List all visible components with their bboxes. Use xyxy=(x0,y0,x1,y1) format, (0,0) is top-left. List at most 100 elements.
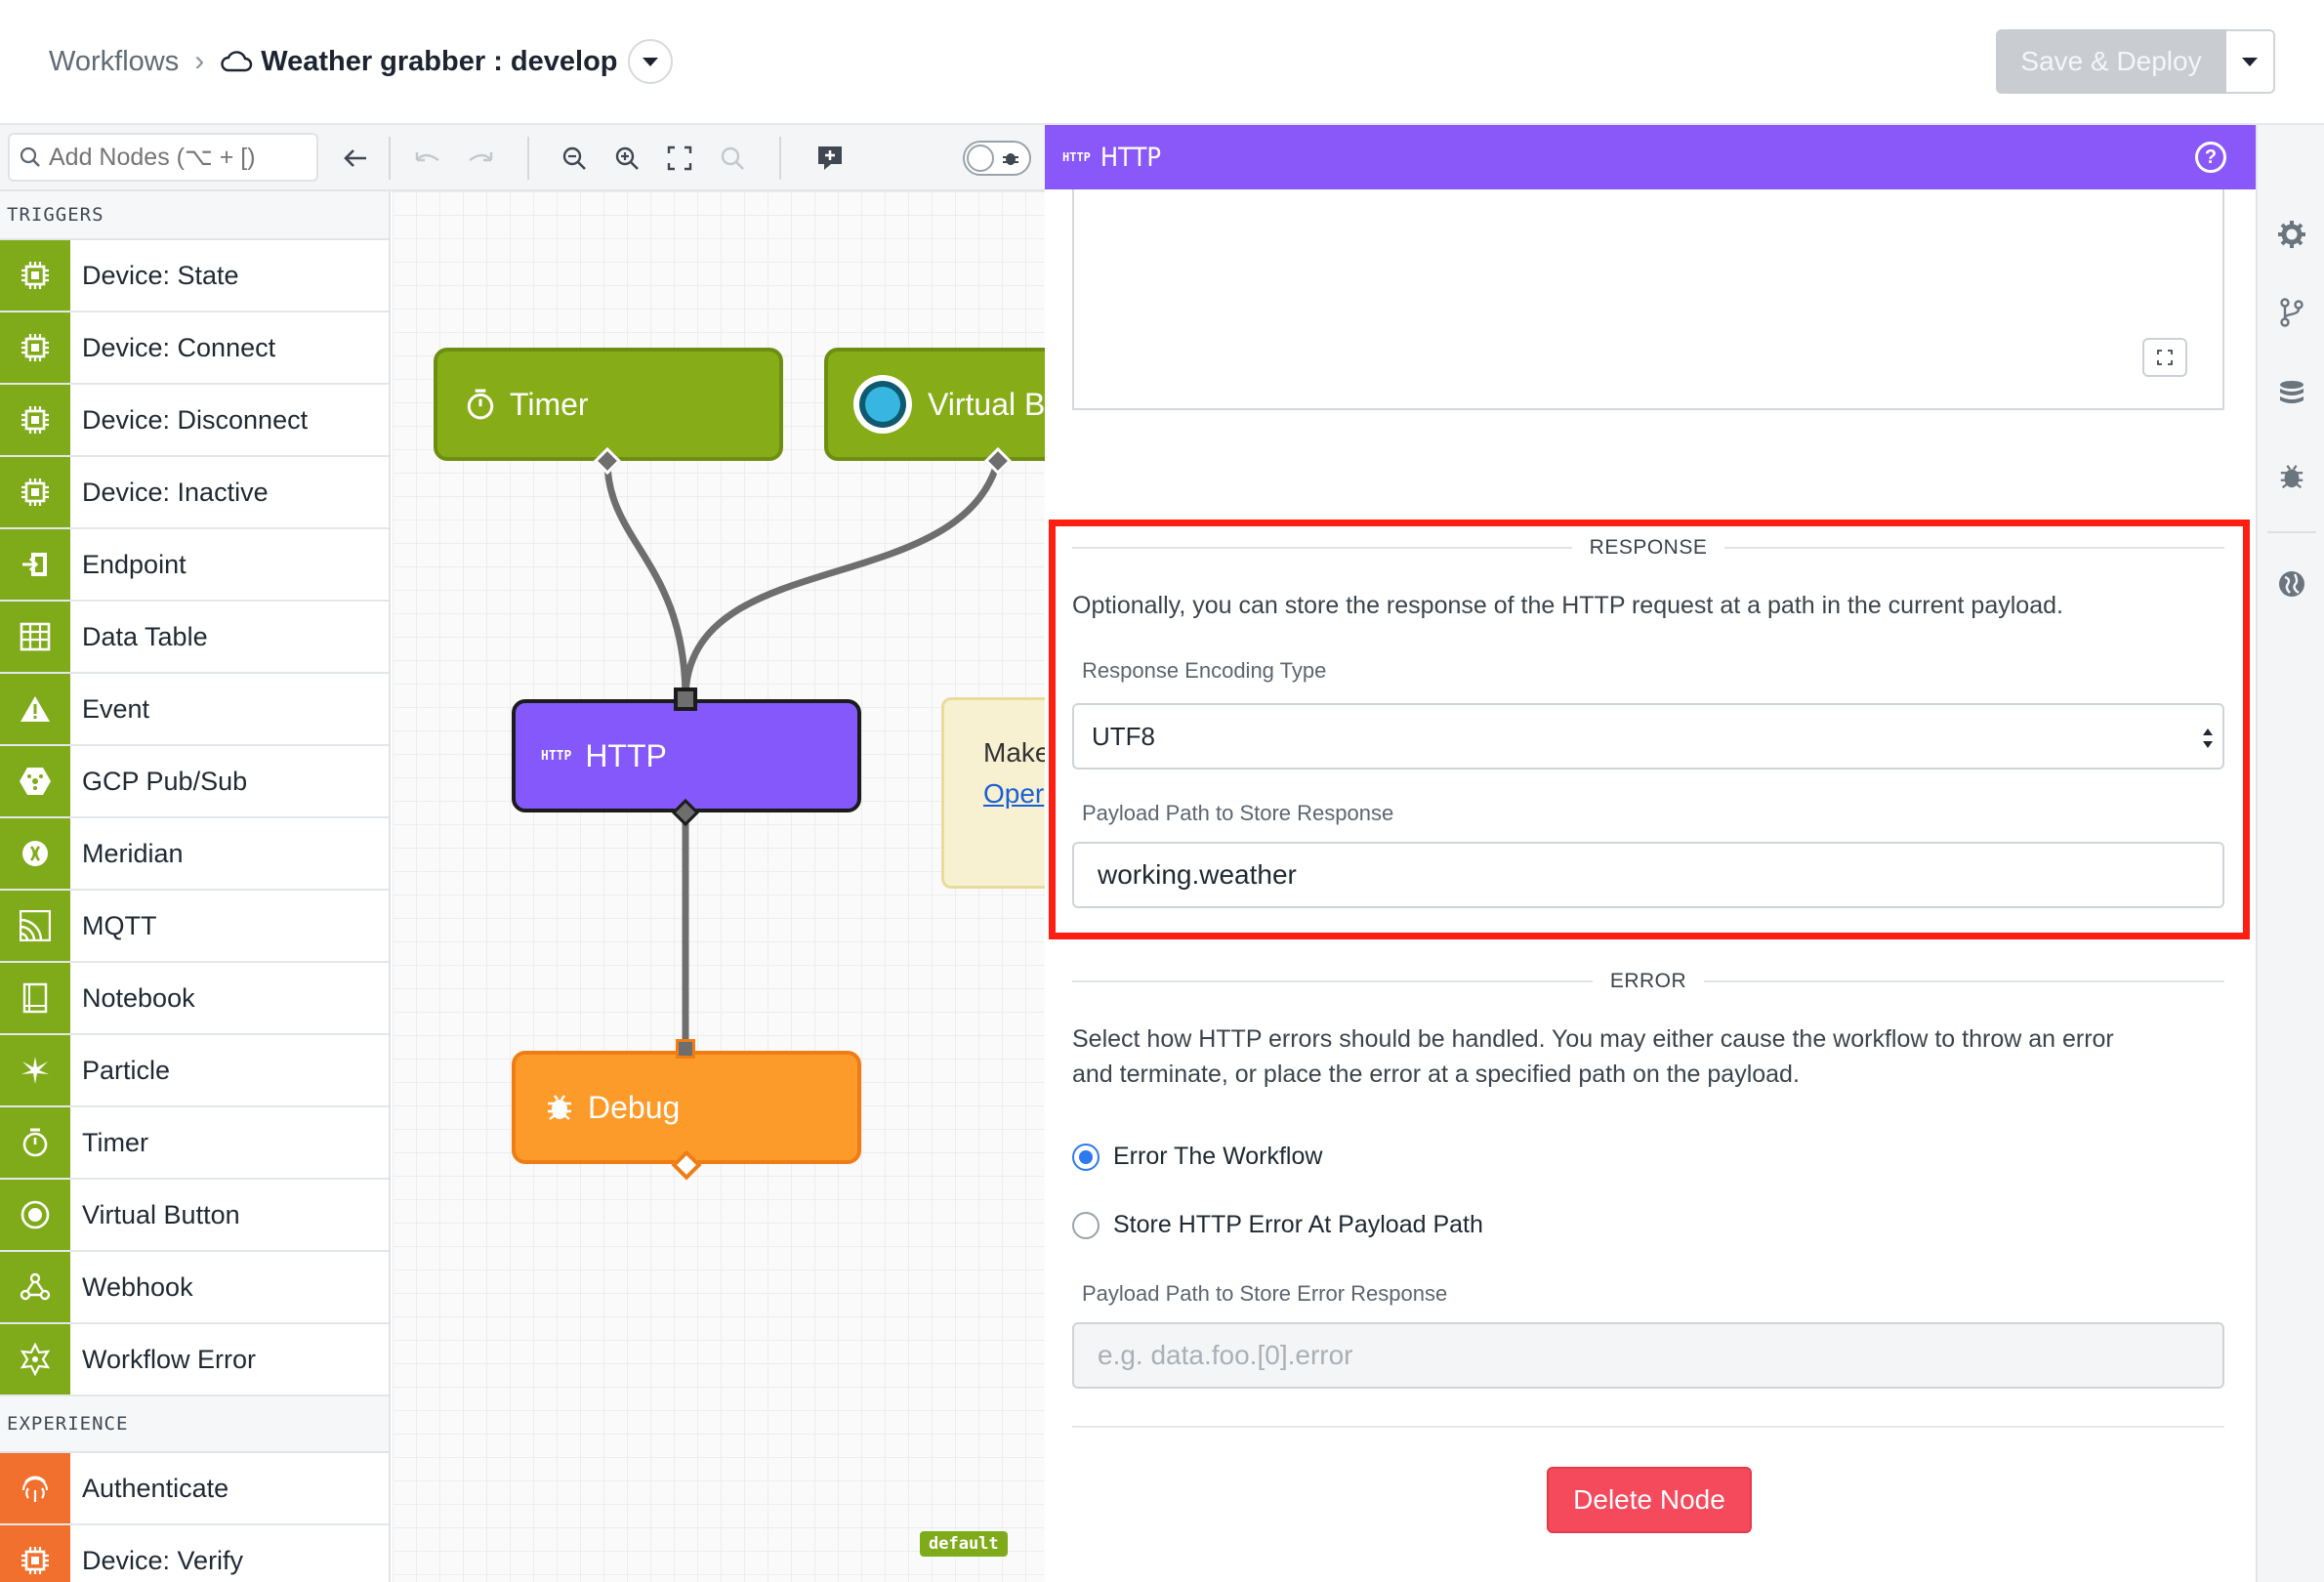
toggle-knob xyxy=(967,145,994,172)
palette-item-device-disconnect[interactable]: Device: Disconnect xyxy=(0,385,389,457)
zoom-out-button[interactable] xyxy=(555,139,594,178)
undo-button[interactable] xyxy=(408,139,447,178)
error-heading: ERROR xyxy=(1072,967,2224,996)
http-tag: HTTP xyxy=(1062,150,1091,164)
zoom-reset-button[interactable] xyxy=(713,139,752,178)
virtual-button-node[interactable]: Virtual B xyxy=(824,348,1045,461)
fullscreen-button[interactable] xyxy=(2142,338,2187,377)
storage-button[interactable] xyxy=(2274,377,2309,412)
rail-divider xyxy=(2267,531,2316,533)
error-path-input[interactable] xyxy=(1072,1322,2224,1389)
version-control-button[interactable] xyxy=(2274,295,2309,330)
radio-error-workflow[interactable]: Error The Workflow xyxy=(1072,1143,1322,1171)
divider xyxy=(1724,547,2225,549)
notebook-icon xyxy=(0,963,70,1033)
palette-item-virtual-button[interactable]: Virtual Button xyxy=(0,1180,389,1252)
webhook-icon xyxy=(0,1252,70,1322)
palette-item-device-inactive[interactable]: Device: Inactive xyxy=(0,457,389,529)
chip-icon xyxy=(0,312,70,383)
panel-title: HTTP xyxy=(1100,142,1162,173)
collapse-sidebar-button[interactable] xyxy=(336,139,375,178)
timer-icon xyxy=(467,389,494,420)
redo-icon xyxy=(469,152,493,162)
response-heading: RESPONSE xyxy=(1072,533,2225,562)
toolbar-divider xyxy=(527,137,529,180)
node-palette: TRIGGERS Device: State Device: Connect D… xyxy=(0,191,391,1582)
palette-item-notebook[interactable]: Notebook xyxy=(0,963,389,1035)
workflow-menu-button[interactable] xyxy=(627,39,673,84)
palette-item-device-connect[interactable]: Device: Connect xyxy=(0,312,389,385)
palette-item-authenticate[interactable]: Authenticate xyxy=(0,1453,389,1525)
chip-icon xyxy=(0,385,70,455)
top-bar: Workflows › Weather grabber : develop Sa… xyxy=(0,0,2324,125)
add-nodes-input[interactable] xyxy=(49,143,303,172)
palette-item-webhook[interactable]: Webhook xyxy=(0,1252,389,1324)
breadcrumb: Workflows › Weather grabber : develop xyxy=(49,37,673,86)
error-heading-text: ERROR xyxy=(1609,970,1687,992)
radio-button[interactable] xyxy=(1072,1143,1100,1171)
bug-icon xyxy=(2280,465,2303,489)
expand-icon xyxy=(2157,350,2173,365)
canvas-note[interactable]: Make Oper xyxy=(941,697,1045,889)
search-icon xyxy=(20,146,40,167)
globals-button[interactable] xyxy=(2274,566,2309,602)
palette-item-particle[interactable]: Particle xyxy=(0,1035,389,1107)
palette-item-device-state[interactable]: Device: State xyxy=(0,240,389,312)
body-editor[interactable] xyxy=(1072,189,2224,410)
palette-item-label: Event xyxy=(82,693,150,724)
palette-item-label: Authenticate xyxy=(82,1473,229,1503)
palette-item-data-table[interactable]: Data Table xyxy=(0,602,389,674)
palette-item-label: Device: State xyxy=(82,260,239,290)
radio-store-error[interactable]: Store HTTP Error At Payload Path xyxy=(1072,1211,1483,1239)
note-text: Make xyxy=(983,737,1045,768)
palette-item-meridian[interactable]: Meridian xyxy=(0,818,389,891)
workflow-canvas[interactable]: Timer Virtual B HTTP HTTP Make Oper Debu… xyxy=(393,191,1045,1582)
encoding-type-select[interactable]: UTF8 xyxy=(1072,703,2224,770)
mqtt-icon xyxy=(0,891,70,961)
debug-panel-button[interactable] xyxy=(2274,459,2309,494)
add-nodes-search[interactable] xyxy=(8,133,318,182)
redo-button[interactable] xyxy=(461,139,500,178)
help-icon[interactable]: ? xyxy=(2195,142,2226,173)
http-node[interactable]: HTTP HTTP xyxy=(512,699,861,812)
fit-view-button[interactable] xyxy=(660,139,699,178)
add-note-button[interactable] xyxy=(810,139,850,178)
palette-item-label: Meridian xyxy=(82,838,184,868)
timer-node[interactable]: Timer xyxy=(434,348,783,461)
palette-item-endpoint[interactable]: Endpoint xyxy=(0,529,389,602)
payload-path-input[interactable] xyxy=(1072,842,2224,908)
debug-input-port[interactable] xyxy=(676,1039,695,1059)
deploy-options-button[interactable] xyxy=(2226,29,2275,94)
zoom-in-button[interactable] xyxy=(607,139,646,178)
debug-node-label: Debug xyxy=(588,1089,681,1125)
expand-icon xyxy=(667,146,692,171)
http-input-port[interactable] xyxy=(674,687,697,711)
bug-icon xyxy=(1003,153,1018,165)
palette-item-label: Notebook xyxy=(82,982,195,1013)
breadcrumb-workflows-link[interactable]: Workflows xyxy=(49,46,179,78)
gcp-icon xyxy=(0,746,70,816)
palette-item-event[interactable]: Event xyxy=(0,674,389,746)
debug-node[interactable]: Debug xyxy=(512,1051,861,1164)
palette-item-workflow-error[interactable]: Workflow Error xyxy=(0,1324,389,1396)
palette-item-timer[interactable]: Timer xyxy=(0,1107,389,1180)
debug-toggle[interactable] xyxy=(963,141,1031,176)
palette-item-label: Device: Inactive xyxy=(82,477,269,507)
meridian-icon xyxy=(0,818,70,889)
save-deploy-button[interactable]: Save & Deploy xyxy=(1996,29,2226,94)
delete-node-button[interactable]: Delete Node xyxy=(1547,1467,1752,1533)
zoom-icon xyxy=(721,146,744,170)
bug-icon xyxy=(548,1095,571,1120)
experience-section-title: EXPERIENCE xyxy=(0,1396,389,1453)
note-link[interactable]: Oper xyxy=(983,778,1045,810)
deploy-group: Save & Deploy xyxy=(1996,29,2275,94)
palette-item-gcp-pubsub[interactable]: GCP Pub/Sub xyxy=(0,746,389,818)
database-icon xyxy=(2280,381,2303,403)
palette-item-mqtt[interactable]: MQTT xyxy=(0,891,389,963)
gear-icon xyxy=(2278,221,2305,248)
palette-item-device-verify[interactable]: Device: Verify xyxy=(0,1525,389,1582)
right-rail xyxy=(2256,125,2324,1582)
radio-button[interactable] xyxy=(1072,1211,1100,1239)
cloud-icon xyxy=(221,51,253,72)
settings-button[interactable] xyxy=(2274,217,2309,252)
